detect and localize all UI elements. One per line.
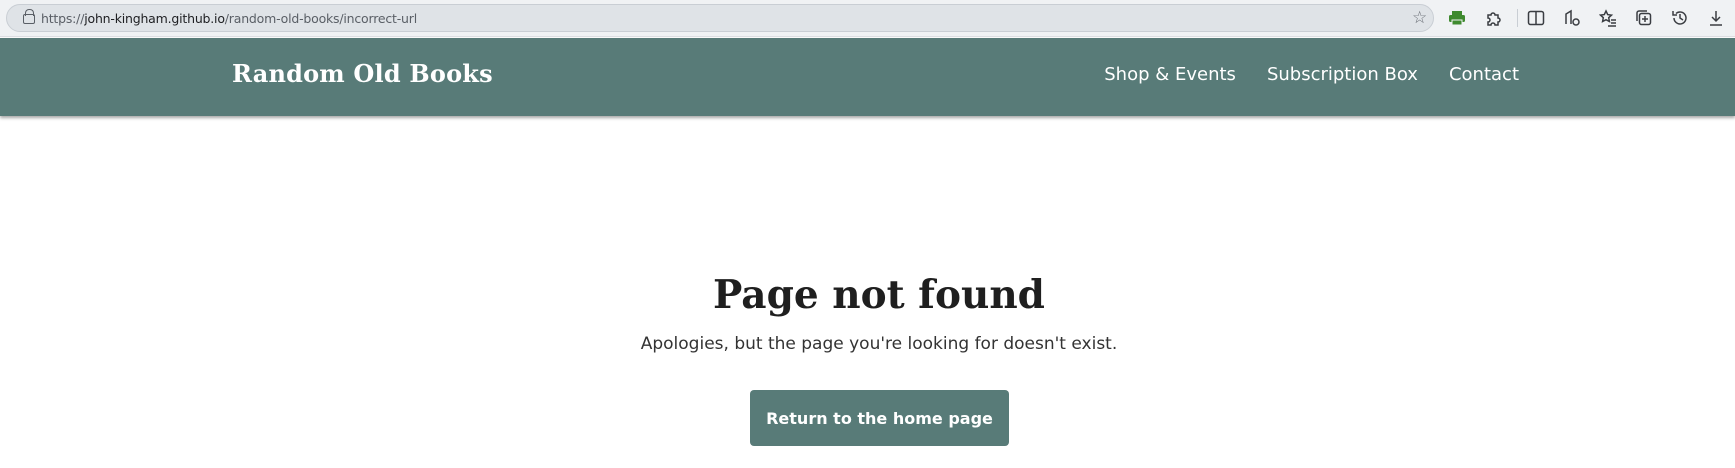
favorite-star-icon[interactable]: ☆ <box>1412 9 1427 27</box>
address-bar[interactable]: https://john-kingham.github.io/random-ol… <box>6 4 1434 32</box>
lock-icon[interactable] <box>23 9 35 24</box>
site-logo[interactable]: Random Old Books <box>232 59 493 88</box>
url-scheme: https:// <box>41 11 85 26</box>
page-title: Page not found <box>713 272 1045 318</box>
favorites-icon[interactable] <box>1596 6 1620 30</box>
url-text[interactable]: https://john-kingham.github.io/random-ol… <box>41 11 417 26</box>
history-icon[interactable] <box>1668 6 1692 30</box>
main-nav: Shop & Events Subscription Box Contact <box>1104 64 1519 85</box>
url-host: john-kingham.github.io <box>84 11 225 26</box>
url-path: /random-old-books/incorrect-url <box>224 11 417 26</box>
printer-icon[interactable] <box>1445 6 1469 30</box>
return-home-button[interactable]: Return to the home page <box>750 390 1009 446</box>
read-aloud-icon[interactable] <box>1560 6 1584 30</box>
split-screen-icon[interactable] <box>1524 6 1548 30</box>
nav-contact[interactable]: Contact <box>1449 64 1519 85</box>
site-header: Random Old Books Shop & Events Subscript… <box>0 38 1735 116</box>
browser-toolbar: https://john-kingham.github.io/random-ol… <box>0 0 1735 37</box>
nav-subscription-box[interactable]: Subscription Box <box>1267 64 1418 85</box>
downloads-icon[interactable] <box>1704 6 1728 30</box>
error-message: Apologies, but the page you're looking f… <box>640 334 1118 354</box>
nav-shop-events[interactable]: Shop & Events <box>1104 64 1236 85</box>
extensions-icon[interactable] <box>1481 6 1505 30</box>
collections-icon[interactable] <box>1632 6 1656 30</box>
toolbar-divider <box>1517 9 1518 27</box>
main-content: Page not found Apologies, but the page y… <box>0 118 1735 468</box>
toolbar-icons <box>1445 6 1735 30</box>
